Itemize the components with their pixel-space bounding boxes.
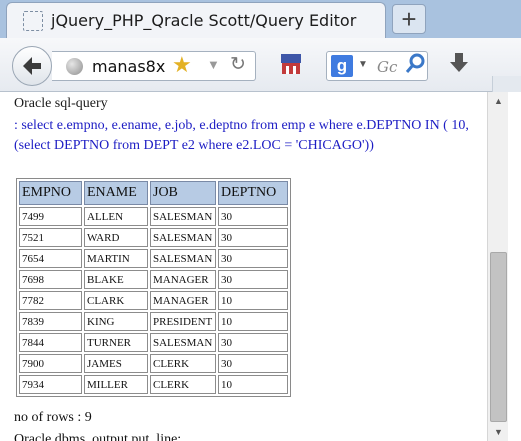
table-cell: 30 bbox=[218, 333, 288, 352]
table-cell: 30 bbox=[218, 207, 288, 226]
window-edge bbox=[508, 92, 521, 441]
table-row: 7844 TURNER SALESMAN 30 bbox=[19, 333, 288, 352]
table-cell: 10 bbox=[218, 312, 288, 331]
address-text: manas8x bbox=[92, 57, 166, 76]
scrollbar-thumb[interactable] bbox=[490, 252, 507, 422]
table-cell: 30 bbox=[218, 249, 288, 268]
scroll-down-icon[interactable]: ▼ bbox=[488, 423, 509, 441]
table-row: 7839 KING PRESIDENT 10 bbox=[19, 312, 288, 331]
table-cell: SALESMAN bbox=[150, 207, 216, 226]
back-arrow-icon bbox=[23, 57, 41, 75]
table-row: 7698 BLAKE MANAGER 30 bbox=[19, 270, 288, 289]
table-cell: 10 bbox=[218, 375, 288, 394]
table-cell: 30 bbox=[218, 228, 288, 247]
table-row: 7900 JAMES CLERK 30 bbox=[19, 354, 288, 373]
download-icon[interactable] bbox=[446, 50, 472, 76]
table-cell: MILLER bbox=[84, 375, 148, 394]
table-cell: 7521 bbox=[19, 228, 82, 247]
table-cell: 7782 bbox=[19, 291, 82, 310]
table-cell: 7499 bbox=[19, 207, 82, 226]
search-icon[interactable] bbox=[405, 52, 427, 74]
table-cell: MANAGER bbox=[150, 291, 216, 310]
globe-icon bbox=[66, 58, 83, 75]
table-cell: 7698 bbox=[19, 270, 82, 289]
table-cell: 7900 bbox=[19, 354, 82, 373]
table-cell: CLERK bbox=[150, 375, 216, 394]
column-header: JOB bbox=[150, 181, 216, 205]
table-header-row: EMPNO ENAME JOB DEPTNO bbox=[19, 181, 288, 205]
output-heading: Oracle dbms_output.put_line: bbox=[14, 432, 182, 441]
table-cell: BLAKE bbox=[84, 270, 148, 289]
results-table: EMPNO ENAME JOB DEPTNO 7499 ALLEN SALESM… bbox=[16, 178, 291, 397]
chevron-down-icon[interactable]: ▼ bbox=[358, 59, 368, 70]
tab-strip: jQuery_PHP_Qracle Scott/Query Editor + bbox=[0, 0, 521, 38]
tab-title: jQuery_PHP_Qracle Scott/Query Editor bbox=[51, 11, 357, 30]
table-cell: SALESMAN bbox=[150, 333, 216, 352]
navigation-toolbar: manas8x bbox=[0, 38, 521, 130]
table-cell: ALLEN bbox=[84, 207, 148, 226]
row-count-text: no of rows : 9 bbox=[14, 410, 92, 425]
bookmark-toolbar-icon[interactable] bbox=[277, 51, 305, 77]
vertical-scrollbar[interactable]: ▲ ▼ bbox=[487, 92, 508, 441]
table-cell: KING bbox=[84, 312, 148, 331]
column-header: ENAME bbox=[84, 181, 148, 205]
table-cell: 7654 bbox=[19, 249, 82, 268]
page-favicon-icon bbox=[23, 10, 43, 31]
table-cell: SALESMAN bbox=[150, 228, 216, 247]
table-cell: MARTIN bbox=[84, 249, 148, 268]
chevron-down-icon[interactable]: ▼ bbox=[207, 57, 220, 72]
scroll-up-icon[interactable]: ▲ bbox=[488, 92, 509, 110]
table-cell: 7844 bbox=[19, 333, 82, 352]
address-bar[interactable]: manas8x bbox=[52, 51, 256, 81]
table-cell: WARD bbox=[84, 228, 148, 247]
table-cell: 10 bbox=[218, 291, 288, 310]
table-cell: CLARK bbox=[84, 291, 148, 310]
table-row: 7934 MILLER CLERK 10 bbox=[19, 375, 288, 394]
table-cell: JAMES bbox=[84, 354, 148, 373]
table-row: 7521 WARD SALESMAN 30 bbox=[19, 228, 288, 247]
back-button[interactable] bbox=[12, 46, 52, 86]
table-row: 7782 CLARK MANAGER 10 bbox=[19, 291, 288, 310]
table-row: 7654 MARTIN SALESMAN 30 bbox=[19, 249, 288, 268]
page-heading: Oracle sql-query bbox=[14, 96, 108, 111]
table-cell: 7934 bbox=[19, 375, 82, 394]
table-cell: MANAGER bbox=[150, 270, 216, 289]
search-input[interactable]: Gc bbox=[377, 58, 397, 76]
sql-query-text: : select e.empno, e.ename, e.job, e.dept… bbox=[14, 118, 469, 153]
table-cell: SALESMAN bbox=[150, 249, 216, 268]
column-header: EMPNO bbox=[19, 181, 82, 205]
column-header: DEPTNO bbox=[218, 181, 288, 205]
star-icon[interactable]: ★ bbox=[172, 52, 192, 78]
table-cell: 7839 bbox=[19, 312, 82, 331]
google-icon[interactable]: g bbox=[331, 55, 353, 77]
table-cell: 30 bbox=[218, 354, 288, 373]
table-row: 7499 ALLEN SALESMAN 30 bbox=[19, 207, 288, 226]
page-content: Oracle sql-query : select e.empno, e.ena… bbox=[0, 92, 487, 441]
browser-tab[interactable]: jQuery_PHP_Qracle Scott/Query Editor bbox=[6, 2, 386, 38]
table-cell: TURNER bbox=[84, 333, 148, 352]
table-cell: PRESIDENT bbox=[150, 312, 216, 331]
new-tab-button[interactable]: + bbox=[392, 4, 426, 34]
table-cell: 30 bbox=[218, 270, 288, 289]
reload-icon[interactable]: ↻ bbox=[230, 53, 246, 76]
table-cell: CLERK bbox=[150, 354, 216, 373]
